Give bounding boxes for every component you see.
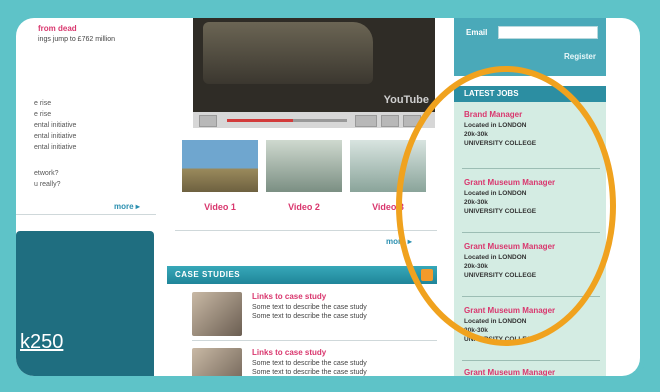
divider [192, 340, 437, 341]
news-item[interactable]: e rise [34, 98, 76, 109]
register-box: Email Register [454, 18, 606, 76]
divider [462, 232, 600, 233]
case-study-image[interactable] [192, 292, 242, 336]
job-listing: Grant Museum Manager Located in LONDON 2… [464, 178, 604, 216]
divider [462, 360, 600, 361]
job-employer: UNIVERSITY COLLEGE [464, 272, 537, 279]
video-controls [193, 112, 435, 128]
promo-box: k250 [16, 231, 154, 376]
job-listing: Brand Manager Located in LONDON 20k-30k … [464, 110, 604, 148]
job-listing: Grant Museum Manager Located in LONDON 2… [464, 306, 604, 344]
video-frame-image [203, 22, 373, 84]
divider [175, 230, 437, 231]
time-display [355, 115, 377, 127]
latest-jobs-panel: LATEST JOBS Brand Manager Located in LON… [454, 86, 606, 376]
job-title-link[interactable]: Brand Manager [464, 110, 604, 119]
email-field[interactable] [498, 26, 598, 39]
news-list: e rise e rise ental initiative ental ini… [34, 98, 76, 153]
job-location: Located in LONDON [464, 122, 527, 129]
case-studies-title: CASE STUDIES [175, 270, 241, 279]
video-label[interactable]: Video 2 [266, 202, 342, 212]
case-study-desc: Some text to describe the case study Som… [252, 303, 367, 321]
case-studies-header: CASE STUDIES [167, 266, 437, 284]
news-item[interactable]: ental initiative [34, 131, 76, 142]
news-list-2: etwork? u really? [34, 168, 60, 190]
videos-more-link[interactable]: more ▸ [386, 237, 412, 246]
job-listing: Grant Museum Manager [464, 368, 604, 376]
job-location: Located in LONDON [464, 254, 527, 261]
news-item[interactable]: u really? [34, 179, 60, 190]
video-thumbnail[interactable] [182, 140, 258, 192]
job-employer: UNIVERSITY COLLEGE [464, 336, 537, 343]
divider [462, 168, 600, 169]
divider [16, 214, 156, 215]
case-study-image[interactable] [192, 348, 242, 376]
video-thumbnail[interactable] [350, 140, 426, 192]
news-item[interactable]: ental initiative [34, 142, 76, 153]
job-location: Located in LONDON [464, 318, 527, 325]
news-item[interactable]: e rise [34, 109, 76, 120]
case-study-link[interactable]: Links to case study [252, 292, 326, 301]
latest-jobs-title: LATEST JOBS [464, 89, 519, 98]
job-location: Located in LONDON [464, 190, 527, 197]
job-title-link[interactable]: Grant Museum Manager [464, 178, 604, 187]
play-pause-button[interactable] [199, 115, 217, 127]
web-page: from dead ings jump to £762 million e ri… [16, 18, 640, 376]
job-title-link[interactable]: Grant Museum Manager [464, 242, 604, 251]
job-salary: 20k-30k [464, 131, 488, 138]
progress-bar[interactable] [227, 119, 347, 122]
case-study-desc-line: Some text to describe the case study [252, 313, 367, 320]
case-study-item: Links to case study Some text to describ… [192, 348, 437, 376]
volume-button[interactable] [381, 115, 399, 127]
video-thumbnail[interactable] [266, 140, 342, 192]
progress-fill [227, 119, 293, 122]
latest-jobs-header: LATEST JOBS [454, 86, 606, 102]
video-label[interactable]: Video 3 [350, 202, 426, 212]
fullscreen-button[interactable] [403, 115, 421, 127]
job-listing: Grant Museum Manager Located in LONDON 2… [464, 242, 604, 280]
case-study-item: Links to case study Some text to describ… [192, 292, 437, 346]
job-title-link[interactable]: Grant Museum Manager [464, 368, 604, 376]
job-employer: UNIVERSITY COLLEGE [464, 208, 537, 215]
news-headline[interactable]: from dead [38, 24, 77, 33]
news-item[interactable]: ental initiative [34, 120, 76, 131]
case-study-link[interactable]: Links to case study [252, 348, 326, 357]
case-study-desc-line: Some text to describe the case study [252, 360, 367, 367]
youtube-logo: YouTube [383, 94, 429, 106]
job-employer: UNIVERSITY COLLEGE [464, 140, 537, 147]
job-salary: 20k-30k [464, 327, 488, 334]
promo-link[interactable]: k250 [20, 331, 63, 354]
case-study-desc-line: Some text to describe the case study [252, 369, 367, 376]
case-study-desc: Some text to describe the case study Som… [252, 359, 367, 376]
news-subline: ings jump to £762 million [38, 36, 116, 43]
job-title-link[interactable]: Grant Museum Manager [464, 306, 604, 315]
divider [462, 296, 600, 297]
news-item[interactable]: etwork? [34, 168, 60, 179]
video-player[interactable]: YouTube [193, 18, 435, 112]
video-label[interactable]: Video 1 [182, 202, 258, 212]
news-more-link[interactable]: more ▸ [114, 202, 140, 211]
register-button[interactable]: Register [564, 52, 596, 61]
rss-icon[interactable] [421, 269, 433, 281]
email-label: Email [466, 28, 488, 37]
news-column: from dead ings jump to £762 million e ri… [16, 18, 168, 223]
job-salary: 20k-30k [464, 263, 488, 270]
case-study-desc-line: Some text to describe the case study [252, 304, 367, 311]
job-salary: 20k-30k [464, 199, 488, 206]
